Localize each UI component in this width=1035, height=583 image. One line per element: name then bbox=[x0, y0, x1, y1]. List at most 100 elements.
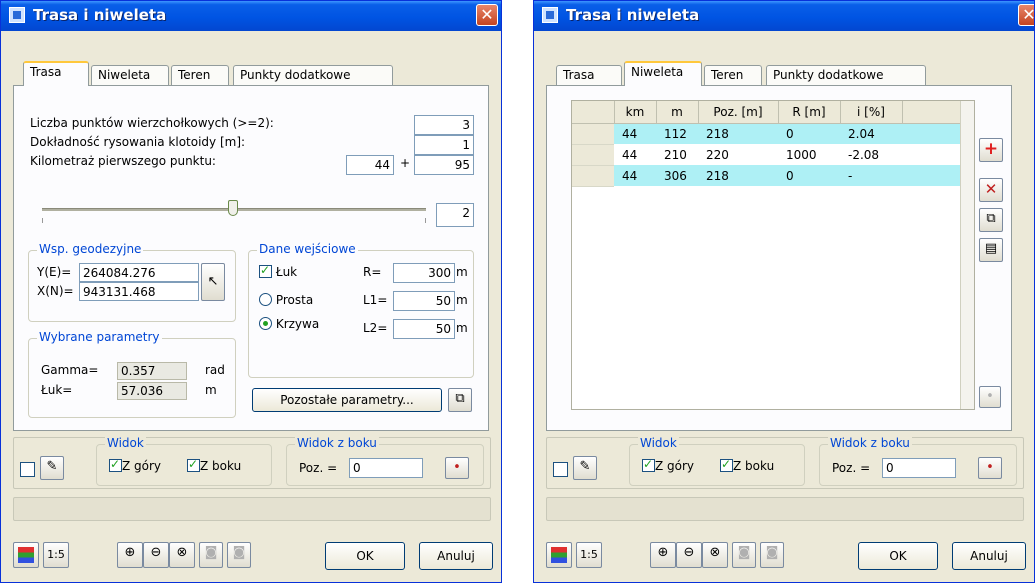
tab-punkty-dodatkowe[interactable]: Punkty dodatkowe bbox=[233, 65, 393, 85]
color-palette-button[interactable] bbox=[13, 542, 39, 568]
profile-table[interactable]: km m Poz. [m] R [m] i [%] 44 112 218 0 2… bbox=[571, 100, 975, 410]
edit-button[interactable]: ✎ bbox=[40, 456, 64, 480]
chainage-km-input[interactable]: 44 bbox=[346, 155, 394, 175]
vertices-input[interactable]: 3 bbox=[414, 115, 474, 135]
position-pick-button[interactable]: • bbox=[978, 457, 1002, 479]
zoom-out-button[interactable]: ⊖ bbox=[143, 542, 169, 568]
tab-niweleta[interactable]: Niweleta bbox=[624, 61, 702, 86]
top-view-checkbox[interactable]: Z góry bbox=[642, 457, 694, 473]
arc-checkbox[interactable]: Łuk bbox=[259, 263, 297, 279]
x-coordinate-input[interactable]: 943131.468 bbox=[79, 282, 199, 301]
params-group: Wybrane parametry Gamma= 0.357 rad Łuk= … bbox=[28, 330, 236, 418]
table-row[interactable]: 44 210 220 1000 -2.08 bbox=[572, 144, 974, 166]
edit-button[interactable]: ✎ bbox=[573, 456, 597, 480]
table-cell[interactable]: 306 bbox=[656, 165, 698, 186]
arc-length-value: 57.036 bbox=[117, 382, 187, 400]
pick-point-button[interactable]: ↖ bbox=[201, 263, 225, 301]
table-cell[interactable]: - bbox=[840, 165, 902, 186]
position-input[interactable]: 0 bbox=[882, 458, 956, 478]
curve-radio[interactable]: Krzywa bbox=[259, 317, 319, 331]
table-cell[interactable]: 220 bbox=[698, 144, 778, 165]
input-data-group-title: Dane wejściowe bbox=[257, 242, 358, 256]
tab-trasa[interactable]: Trasa bbox=[556, 65, 622, 85]
checkbox-icon bbox=[109, 457, 122, 472]
params-group-title: Wybrane parametry bbox=[37, 330, 162, 344]
side-view-checkbox[interactable]: Z boku bbox=[187, 457, 241, 473]
zoom-extents-button[interactable]: ⊗ bbox=[702, 542, 728, 568]
scale-button[interactable]: 1:5 bbox=[43, 542, 69, 568]
tab-trasa[interactable]: Trasa bbox=[23, 61, 89, 86]
table-cell[interactable]: 44 bbox=[614, 165, 656, 186]
table-cell[interactable]: 210 bbox=[656, 144, 698, 165]
delete-row-button[interactable]: ✕ bbox=[979, 178, 1003, 202]
top-view-checkbox[interactable]: Z góry bbox=[109, 457, 161, 473]
table-cell[interactable]: 44 bbox=[614, 144, 656, 165]
table-row[interactable]: 44 306 218 0 - bbox=[572, 165, 974, 187]
table-cell[interactable]: 1000 bbox=[778, 144, 840, 165]
table-row[interactable]: 44 112 218 0 2.04 bbox=[572, 123, 974, 145]
position-input[interactable]: 0 bbox=[349, 458, 423, 478]
slider-thumb[interactable] bbox=[228, 200, 238, 216]
close-button[interactable]: ✕ bbox=[476, 4, 498, 26]
cancel-button[interactable]: Anuluj bbox=[419, 542, 493, 570]
tab-teren[interactable]: Teren bbox=[171, 65, 229, 85]
tab-punkty-dodatkowe[interactable]: Punkty dodatkowe bbox=[766, 65, 926, 85]
table-cell[interactable]: 112 bbox=[656, 123, 698, 144]
copy-row-button[interactable]: ⧉ bbox=[979, 208, 1003, 232]
zoom-in-button[interactable]: ⊕ bbox=[650, 542, 676, 568]
other-params-button[interactable]: Pozostałe parametry... bbox=[252, 388, 442, 412]
disabled-button-2: ◙ bbox=[760, 542, 784, 568]
table-cell[interactable]: 44 bbox=[614, 123, 656, 144]
color-palette-button[interactable] bbox=[546, 542, 572, 568]
column-header[interactable]: R [m] bbox=[778, 101, 841, 124]
title-bar[interactable]: Trasa i niweleta ✕ bbox=[534, 1, 1034, 31]
copy-params-button[interactable]: ⧉ bbox=[448, 388, 472, 412]
table-cell[interactable]: 0 bbox=[778, 165, 840, 186]
slider-value-input[interactable]: 2 bbox=[436, 203, 474, 227]
dialog-left: Trasa i niweleta ✕ Trasa Niweleta Teren … bbox=[0, 0, 502, 583]
table-cell[interactable]: 218 bbox=[698, 123, 778, 144]
l1-input[interactable]: 50 bbox=[393, 291, 455, 311]
row-header[interactable] bbox=[572, 123, 614, 145]
tab-teren[interactable]: Teren bbox=[704, 65, 762, 85]
layer-checkbox[interactable] bbox=[20, 462, 35, 477]
l2-input[interactable]: 50 bbox=[393, 319, 455, 339]
side-view-group: Widok z boku Poz. = 0 • bbox=[819, 436, 1017, 486]
zoom-extents-icon: ⊗ bbox=[709, 545, 721, 560]
zoom-out-button[interactable]: ⊖ bbox=[676, 542, 702, 568]
clothoid-input[interactable]: 1 bbox=[414, 135, 474, 155]
zoom-extents-button[interactable]: ⊗ bbox=[169, 542, 195, 568]
layer-checkbox[interactable] bbox=[553, 462, 568, 477]
column-header[interactable]: km bbox=[614, 101, 657, 124]
vertical-scrollbar[interactable] bbox=[960, 101, 974, 409]
position-pick-button[interactable]: • bbox=[445, 457, 469, 479]
side-view-checkbox[interactable]: Z boku bbox=[720, 457, 774, 473]
row-header[interactable] bbox=[572, 165, 614, 187]
straight-radio[interactable]: Prosta bbox=[259, 293, 313, 307]
column-header[interactable]: m bbox=[656, 101, 699, 124]
r-input[interactable]: 300 bbox=[393, 263, 455, 283]
checkbox-icon bbox=[259, 263, 272, 278]
disabled-action-button: • bbox=[979, 386, 1001, 408]
table-cell[interactable]: 2.04 bbox=[840, 123, 902, 144]
table-cell[interactable]: -2.08 bbox=[840, 144, 902, 165]
title-bar[interactable]: Trasa i niweleta ✕ bbox=[1, 1, 501, 31]
cancel-button[interactable]: Anuluj bbox=[952, 542, 1026, 570]
chainage-m-input[interactable]: 95 bbox=[414, 155, 474, 175]
column-header[interactable]: i [%] bbox=[840, 101, 903, 124]
paste-row-button[interactable]: ▤ bbox=[979, 238, 1003, 262]
radio-icon bbox=[259, 293, 272, 306]
y-coordinate-input[interactable]: 264084.276 bbox=[79, 263, 199, 282]
tab-niweleta[interactable]: Niweleta bbox=[91, 65, 169, 85]
column-header[interactable]: Poz. [m] bbox=[698, 101, 779, 124]
row-header[interactable] bbox=[572, 144, 614, 166]
gamma-label: Gamma= bbox=[41, 363, 99, 377]
zoom-in-button[interactable]: ⊕ bbox=[117, 542, 143, 568]
ok-button[interactable]: OK bbox=[325, 542, 405, 570]
scale-button[interactable]: 1:5 bbox=[576, 542, 602, 568]
ok-button[interactable]: OK bbox=[858, 542, 938, 570]
close-button[interactable]: ✕ bbox=[1018, 4, 1034, 26]
add-row-button[interactable]: + bbox=[979, 138, 1003, 162]
table-cell[interactable]: 0 bbox=[778, 123, 840, 144]
table-cell[interactable]: 218 bbox=[698, 165, 778, 186]
